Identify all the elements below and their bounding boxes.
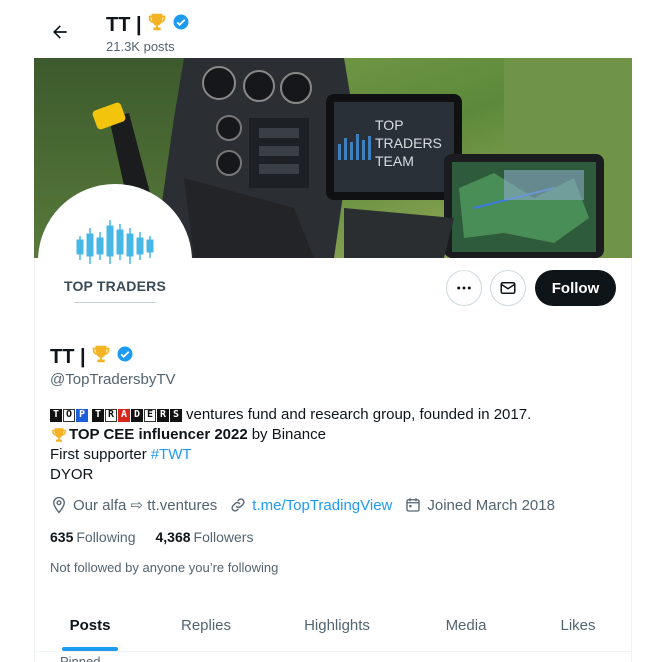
banner-screen-line3: TEAM [375, 153, 414, 169]
brand-letter-tile: D [131, 408, 143, 422]
bio-line-4: DYOR [50, 465, 610, 485]
message-button[interactable] [490, 270, 526, 306]
calendar-icon [406, 498, 421, 512]
tab-replies[interactable]: Replies [146, 600, 266, 651]
location-icon [53, 496, 65, 514]
follow-button[interactable]: Follow [535, 270, 616, 306]
tab-likes[interactable]: Likes [524, 600, 632, 651]
tab-media[interactable]: Media [408, 600, 524, 651]
bio-line-2-bold: TOP CEE influencer 2022 [69, 426, 248, 443]
bio-hashtag-link[interactable]: #TWT [151, 445, 192, 465]
trophy-icon [90, 343, 112, 371]
trophy-icon [50, 426, 68, 444]
joined-text: Joined March 2018 [427, 496, 555, 514]
tab-posts-label: Posts [69, 617, 111, 634]
brand-letter-tile: T [50, 408, 62, 422]
followers-stat-link[interactable]: 4,368 Followers [156, 529, 254, 545]
brand-letter-tile: S [170, 408, 182, 422]
bio-line-1: TOP TRADERS ventures fund and research g… [50, 405, 610, 425]
brand-letter-tile: O [63, 408, 75, 422]
trophy-icon [146, 11, 168, 39]
profile-display-name: TT | [50, 345, 86, 368]
tab-media-label: Media [445, 617, 487, 634]
mail-icon [500, 282, 516, 294]
brand-letter-tile: E [144, 408, 156, 422]
bio-line-2-text: by Binance [251, 426, 326, 443]
bio-line-1-text: ventures fund and research group, founde… [186, 406, 532, 423]
location-text: Our alfa ⇨ tt.ventures [73, 497, 218, 514]
profile-header-bar: TT | 21.3K posts [34, 0, 632, 58]
header-title: TT | [106, 11, 190, 39]
profile-bio: TOP TRADERS ventures fund and research g… [50, 405, 610, 485]
brand-letter-tile: R [105, 408, 117, 422]
not-followed-note: Not followed by anyone you’re following [50, 560, 279, 575]
more-options-button[interactable] [446, 270, 482, 306]
profile-location: Our alfa ⇨ tt.ventures [50, 496, 217, 514]
bio-line-3: First supporter #TWT [50, 445, 610, 465]
more-icon [457, 286, 471, 290]
profile-avatar[interactable]: TOP TRADERS [38, 184, 192, 338]
brand-letter-tile: R [157, 408, 169, 422]
brand-letter-tile: P [76, 408, 88, 422]
profile-handle: @TopTradersbyTV [50, 371, 176, 388]
tab-highlights[interactable]: Highlights [266, 600, 408, 651]
profile-website[interactable]: t.me/TopTradingView [229, 496, 392, 514]
following-count: 635 [50, 529, 74, 545]
avatar-logo-underline [74, 302, 156, 303]
pinned-label-partial: Pinned [60, 654, 101, 662]
follow-stats: 635 Following 4,368 Followers [50, 529, 273, 545]
tab-likes-label: Likes [560, 617, 596, 634]
back-arrow-icon [53, 25, 67, 39]
tab-highlights-label: Highlights [304, 617, 370, 634]
followers-count: 4,368 [155, 529, 191, 545]
tab-posts[interactable]: Posts [34, 600, 146, 651]
followers-label: Followers [193, 529, 254, 545]
banner-screen-line1: TOP [375, 117, 404, 133]
bio-line-4-text: DYOR [50, 466, 94, 483]
profile-name: TT | [50, 343, 134, 371]
verified-badge-icon [172, 13, 190, 37]
avatar-logo-text: TOP TRADERS [63, 278, 167, 294]
bio-line-3-text: First supporter [50, 446, 147, 463]
profile-joined: Joined March 2018 [404, 496, 555, 514]
active-tab-indicator [62, 647, 118, 651]
brand-letter-tile: A [118, 408, 130, 422]
bio-line-2: TOP CEE influencer 2022 by Binance [50, 425, 610, 445]
following-stat-link[interactable]: 635 Following [50, 529, 136, 545]
bio-brand-word-2: TRADERS [92, 408, 182, 422]
back-button[interactable] [46, 18, 74, 46]
verified-badge-icon[interactable] [116, 345, 134, 369]
link-icon [231, 498, 245, 512]
profile-meta-row: Our alfa ⇨ tt.ventures t.me/TopTradingVi… [50, 496, 567, 514]
header-name: TT | [106, 13, 142, 36]
tab-replies-label: Replies [180, 617, 232, 634]
header-posts-count: 21.3K posts [106, 39, 175, 54]
following-label: Following [76, 529, 136, 545]
brand-letter-tile: T [92, 408, 104, 422]
bio-brand-word-1: TOP [50, 408, 88, 422]
website-link[interactable]: t.me/TopTradingView [252, 497, 392, 514]
banner-screen-line2: TRADERS [375, 135, 442, 151]
profile-tabs: Posts Replies Highlights Media Likes [34, 600, 632, 652]
